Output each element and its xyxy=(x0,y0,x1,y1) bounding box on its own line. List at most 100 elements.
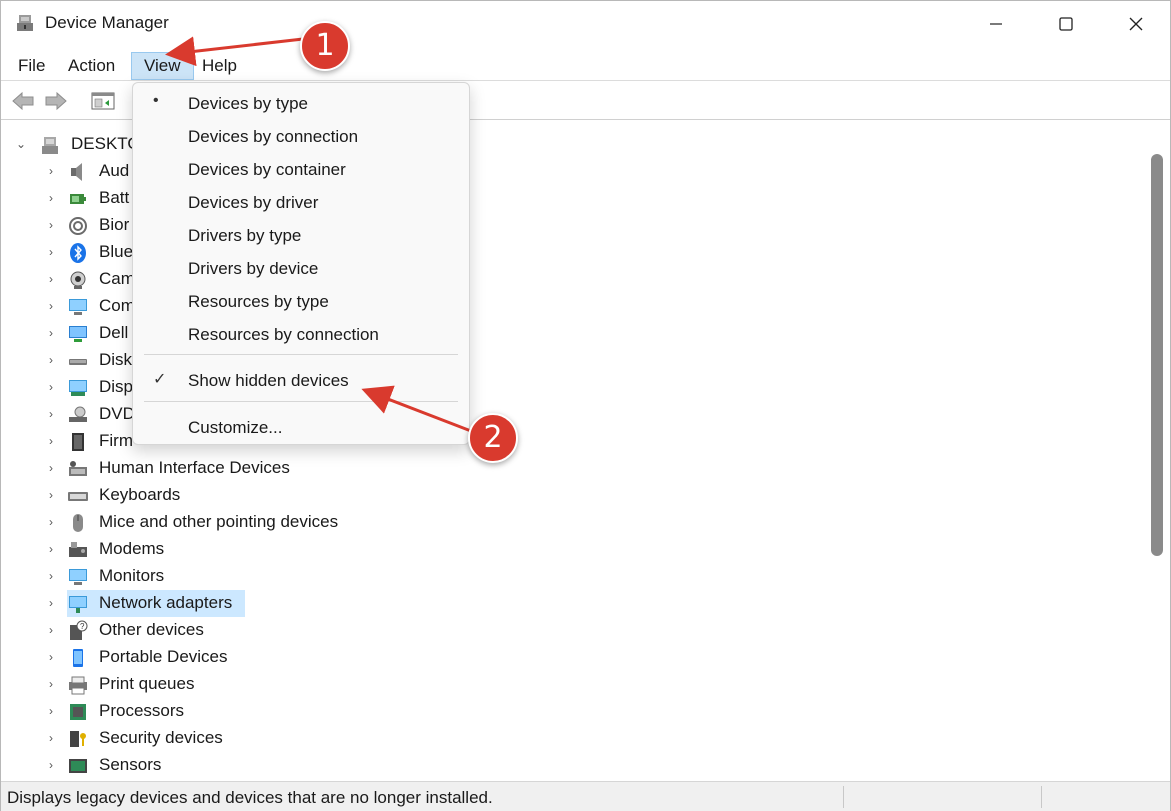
tree-item-row[interactable]: › Portable Devices xyxy=(5,644,1145,671)
properties-icon xyxy=(91,92,115,110)
radio-bullet-icon: • xyxy=(153,92,159,109)
vertical-scrollbar[interactable] xyxy=(1146,126,1170,776)
chevron-right-icon[interactable]: › xyxy=(45,515,57,529)
menu-item-show-hidden-devices[interactable]: ✓ Show hidden devices xyxy=(137,365,467,397)
chevron-right-icon[interactable]: › xyxy=(45,299,57,313)
tree-item-label: Processors xyxy=(99,701,185,720)
tree-item-label: Human Interface Devices xyxy=(99,458,290,477)
tree-item-label: Print queues xyxy=(99,674,195,693)
tree-item-row[interactable]: › Modems xyxy=(5,536,1145,563)
tree-item-label: Sensors xyxy=(99,755,162,774)
menu-item-view-option[interactable]: Devices by connection xyxy=(137,121,467,153)
chevron-right-icon[interactable]: › xyxy=(45,758,57,772)
tree-item-row[interactable]: › Sensors xyxy=(5,752,1145,776)
back-button[interactable] xyxy=(9,88,37,114)
chevron-right-icon[interactable]: › xyxy=(45,596,57,610)
menu-view[interactable]: View xyxy=(131,52,194,80)
tree-item-label: Mice and other pointing devices xyxy=(99,512,339,531)
chevron-down-icon[interactable]: ⌄ xyxy=(15,137,27,151)
scroll-thumb[interactable] xyxy=(1151,154,1163,556)
tree-item-label: Batt xyxy=(99,188,130,207)
menu-item-label: Drivers by type xyxy=(188,226,302,245)
portable-device-icon xyxy=(73,649,83,667)
tree-item-label: Keyboards xyxy=(99,485,181,504)
tree-item-row[interactable]: › Network adapters xyxy=(5,590,1145,617)
menu-item-view-option[interactable]: Resources by connection xyxy=(137,319,467,351)
menu-item-label: Show hidden devices xyxy=(188,371,349,390)
menu-item-label: Drivers by device xyxy=(188,259,319,278)
tree-root-label: DESKTO xyxy=(71,134,141,153)
dvd-drive-icon xyxy=(69,406,87,422)
close-icon xyxy=(1129,17,1143,31)
battery-icon xyxy=(70,194,86,204)
properties-button[interactable] xyxy=(89,88,117,114)
menu-item-label: Customize... xyxy=(188,418,283,437)
tree-item-row[interactable]: › Print queues xyxy=(5,671,1145,698)
bluetooth-icon xyxy=(70,243,86,263)
chevron-right-icon[interactable]: › xyxy=(45,704,57,718)
menu-item-customize[interactable]: Customize... xyxy=(137,412,467,444)
tree-item-row[interactable]: › Human Interface Devices xyxy=(5,455,1145,482)
tree-item-row[interactable]: ›? Other devices xyxy=(5,617,1145,644)
chevron-right-icon[interactable]: › xyxy=(45,677,57,691)
printer-icon xyxy=(69,676,87,695)
tree-item-row[interactable]: › Keyboards xyxy=(5,482,1145,509)
chevron-right-icon[interactable]: › xyxy=(45,569,57,583)
tree-item-label: Disk xyxy=(99,350,133,369)
menu-item-view-option[interactable]: Drivers by type xyxy=(137,220,467,252)
chevron-right-icon[interactable]: › xyxy=(45,731,57,745)
forward-button[interactable] xyxy=(42,88,70,114)
tree-item-label: Disp xyxy=(99,377,134,396)
chevron-right-icon[interactable]: › xyxy=(45,245,57,259)
disk-drive-icon xyxy=(69,359,87,365)
other-devices-icon: ? xyxy=(70,620,88,640)
maximize-button[interactable] xyxy=(1031,1,1101,47)
tree-item-row[interactable]: › Mice and other pointing devices xyxy=(5,509,1145,536)
chevron-right-icon[interactable]: › xyxy=(45,353,57,367)
menu-item-view-option[interactable]: Resources by type xyxy=(137,286,467,318)
tree-item-label: Network adapters xyxy=(99,593,233,612)
menu-item-view-option[interactable]: Devices by driver xyxy=(137,187,467,219)
chevron-right-icon[interactable]: › xyxy=(45,542,57,556)
tree-item-row[interactable]: › Processors xyxy=(5,698,1145,725)
close-button[interactable] xyxy=(1101,1,1171,47)
chevron-right-icon[interactable]: › xyxy=(45,191,57,205)
computer-root-icon xyxy=(42,137,58,154)
menu-item-view-option[interactable]: Devices by container xyxy=(137,154,467,186)
chevron-right-icon[interactable]: › xyxy=(45,434,57,448)
chevron-right-icon[interactable]: › xyxy=(45,164,57,178)
chevron-right-icon[interactable]: › xyxy=(45,623,57,637)
chevron-right-icon[interactable]: › xyxy=(45,326,57,340)
status-text: Displays legacy devices and devices that… xyxy=(7,788,493,807)
tree-item-label: Aud xyxy=(99,161,130,180)
status-bar: Displays legacy devices and devices that… xyxy=(1,781,1170,811)
menu-help[interactable]: Help xyxy=(192,52,247,80)
window-title: Device Manager xyxy=(45,13,169,32)
device-manager-app-icon xyxy=(17,15,33,31)
menu-item-view-option[interactable]: • Devices by type xyxy=(137,88,467,120)
tree-item-row[interactable]: › Security devices xyxy=(5,725,1145,752)
tree-item-label: Dell xyxy=(99,323,129,342)
chevron-right-icon[interactable]: › xyxy=(45,218,57,232)
menu-item-label: Resources by connection xyxy=(188,325,379,344)
chevron-right-icon[interactable]: › xyxy=(45,272,57,286)
menu-item-label: Resources by type xyxy=(188,292,329,311)
chevron-right-icon[interactable]: › xyxy=(45,488,57,502)
tree-item-label: Security devices xyxy=(99,728,223,747)
tree-item-row[interactable]: › Monitors xyxy=(5,563,1145,590)
tree-item-label: Other devices xyxy=(99,620,204,639)
minimize-button[interactable] xyxy=(961,1,1031,47)
keyboard-icon xyxy=(68,492,88,501)
svg-text:?: ? xyxy=(80,622,85,631)
status-divider xyxy=(1041,786,1042,808)
menu-file[interactable]: File xyxy=(8,52,55,80)
back-arrow-icon xyxy=(12,91,34,111)
chevron-right-icon[interactable]: › xyxy=(45,461,57,475)
title-bar[interactable]: Device Manager xyxy=(1,1,1170,47)
tree-item-label: Bior xyxy=(99,215,130,234)
chevron-right-icon[interactable]: › xyxy=(45,650,57,664)
chevron-right-icon[interactable]: › xyxy=(45,380,57,394)
menu-action[interactable]: Action xyxy=(58,52,125,80)
chevron-right-icon[interactable]: › xyxy=(45,407,57,421)
menu-item-view-option[interactable]: Drivers by device xyxy=(137,253,467,285)
